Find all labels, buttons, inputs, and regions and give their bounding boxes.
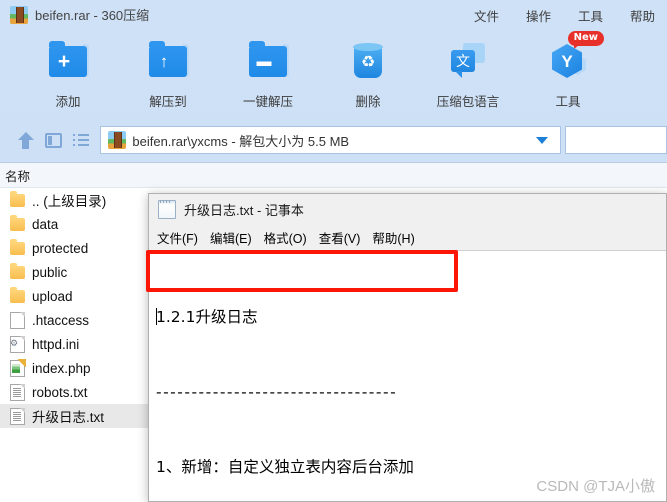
folder-up-icon xyxy=(10,190,25,207)
np-menu-file[interactable]: 文件(F) xyxy=(157,228,198,247)
preview-panel-icon[interactable] xyxy=(40,126,68,154)
toolbar-oneclick-extract-label: 一键解压 xyxy=(242,95,293,109)
folder-icon xyxy=(10,238,25,255)
file-name: 升级日志.txt xyxy=(32,410,105,425)
window-title: beifen.rar - 360压缩 xyxy=(35,8,150,23)
file-name: .htaccess xyxy=(32,312,90,328)
folder-icon xyxy=(10,286,25,303)
folder-oneclick-icon: ▬ xyxy=(245,39,291,85)
toolbar-delete-button[interactable]: ♻ 删除 xyxy=(318,30,418,118)
watermark: CSDN @TJA小傲 xyxy=(536,478,655,495)
folder-extract-icon: ↑ xyxy=(145,39,191,85)
toolbar-archive-language-label: 压缩包语言 xyxy=(436,95,500,109)
np-menu-help[interactable]: 帮助(H) xyxy=(372,228,414,247)
toolbar-tools-label: 工具 xyxy=(555,95,581,109)
folder-plus-icon: + xyxy=(45,39,91,85)
menu-action[interactable]: 操作 xyxy=(526,6,551,25)
notepad-line-separator: ---------------------------------- xyxy=(156,383,398,401)
notepad-window: 升级日志.txt - 记事本 文件(F) 编辑(E) 格式(O) 查看(V) 帮… xyxy=(148,193,667,502)
ini-file-icon xyxy=(10,335,25,353)
notepad-menu-bar: 文件(F) 编辑(E) 格式(O) 查看(V) 帮助(H) xyxy=(149,225,666,250)
notepad-icon xyxy=(158,200,176,219)
hex-tool-icon: Y xyxy=(545,39,591,85)
chevron-down-icon[interactable] xyxy=(535,136,548,144)
notepad-title-bar: 升级日志.txt - 记事本 xyxy=(149,194,666,225)
toolbar-extract-to-button[interactable]: ↑ 解压到 xyxy=(118,30,218,118)
notepad-title: 升级日志.txt - 记事本 xyxy=(184,203,304,218)
text-file-icon xyxy=(10,383,25,401)
list-view-icon[interactable] xyxy=(68,126,96,154)
translate-icon: 文 xyxy=(445,39,491,85)
file-name: httpd.ini xyxy=(32,336,80,352)
toolbar-delete-label: 删除 xyxy=(355,95,381,109)
menu-file[interactable]: 文件 xyxy=(474,6,499,25)
toolbar-oneclick-extract-button[interactable]: ▬ 一键解压 xyxy=(218,30,318,118)
folder-icon xyxy=(10,262,25,279)
toolbar-add-button[interactable]: + 添加 xyxy=(18,30,118,118)
address-value: beifen.rar\yxcms - 解包大小为 5.5 MB xyxy=(132,133,350,149)
notepad-line-heading: 1.2.1升级日志 xyxy=(156,305,666,330)
notepad-heading-text: 1.2.1升级日志 xyxy=(156,308,258,326)
file-name: public xyxy=(32,264,68,280)
php-file-icon xyxy=(10,358,26,377)
blank-file-icon xyxy=(10,311,25,329)
recycle-bin-icon: ♻ xyxy=(345,39,391,85)
text-file-icon xyxy=(10,407,25,425)
file-name: robots.txt xyxy=(32,384,88,400)
notepad-text-content: 1.2.1升级日志 ------------------------------… xyxy=(153,255,666,501)
file-list-header: 名称 xyxy=(0,163,667,188)
np-menu-view[interactable]: 查看(V) xyxy=(319,228,361,247)
navigation-bar: beifen.rar\yxcms - 解包大小为 5.5 MB xyxy=(0,118,667,162)
toolbar-archive-language-button[interactable]: 文 压缩包语言 xyxy=(418,30,518,118)
title-bar-left: beifen.rar - 360压缩 xyxy=(10,5,149,24)
toolbar-tools-button[interactable]: New Y 工具 xyxy=(518,30,618,118)
file-name: protected xyxy=(32,240,89,256)
folder-icon xyxy=(10,214,25,231)
menu-bar: 文件 操作 工具 帮助 xyxy=(474,6,655,25)
file-name: upload xyxy=(32,288,73,304)
menu-tools[interactable]: 工具 xyxy=(578,6,603,25)
file-name: data xyxy=(32,216,59,232)
toolbar-add-label: 添加 xyxy=(55,95,81,109)
toolbar: + 添加 ↑ 解压到 ▬ 一键解压 ♻ 删除 文 压缩包语言 New Y 工具 xyxy=(0,30,667,118)
column-header-name[interactable]: 名称 xyxy=(0,166,30,185)
np-menu-format[interactable]: 格式(O) xyxy=(264,228,307,247)
arrow-up-icon[interactable] xyxy=(12,126,40,154)
rar-archive-icon xyxy=(10,5,28,24)
search-input[interactable] xyxy=(564,126,667,154)
np-menu-edit[interactable]: 编辑(E) xyxy=(210,228,252,247)
file-name: index.php xyxy=(32,360,91,376)
toolbar-extract-to-label: 解压到 xyxy=(149,95,187,109)
notepad-text-area[interactable]: 1.2.1升级日志 ------------------------------… xyxy=(149,250,666,501)
title-bar: beifen.rar - 360压缩 文件 操作 工具 帮助 xyxy=(0,0,667,30)
rar-archive-icon xyxy=(108,131,127,149)
menu-help[interactable]: 帮助 xyxy=(630,6,655,25)
file-name: .. (上级目录) xyxy=(32,194,107,209)
address-bar[interactable]: beifen.rar\yxcms - 解包大小为 5.5 MB xyxy=(100,126,561,154)
